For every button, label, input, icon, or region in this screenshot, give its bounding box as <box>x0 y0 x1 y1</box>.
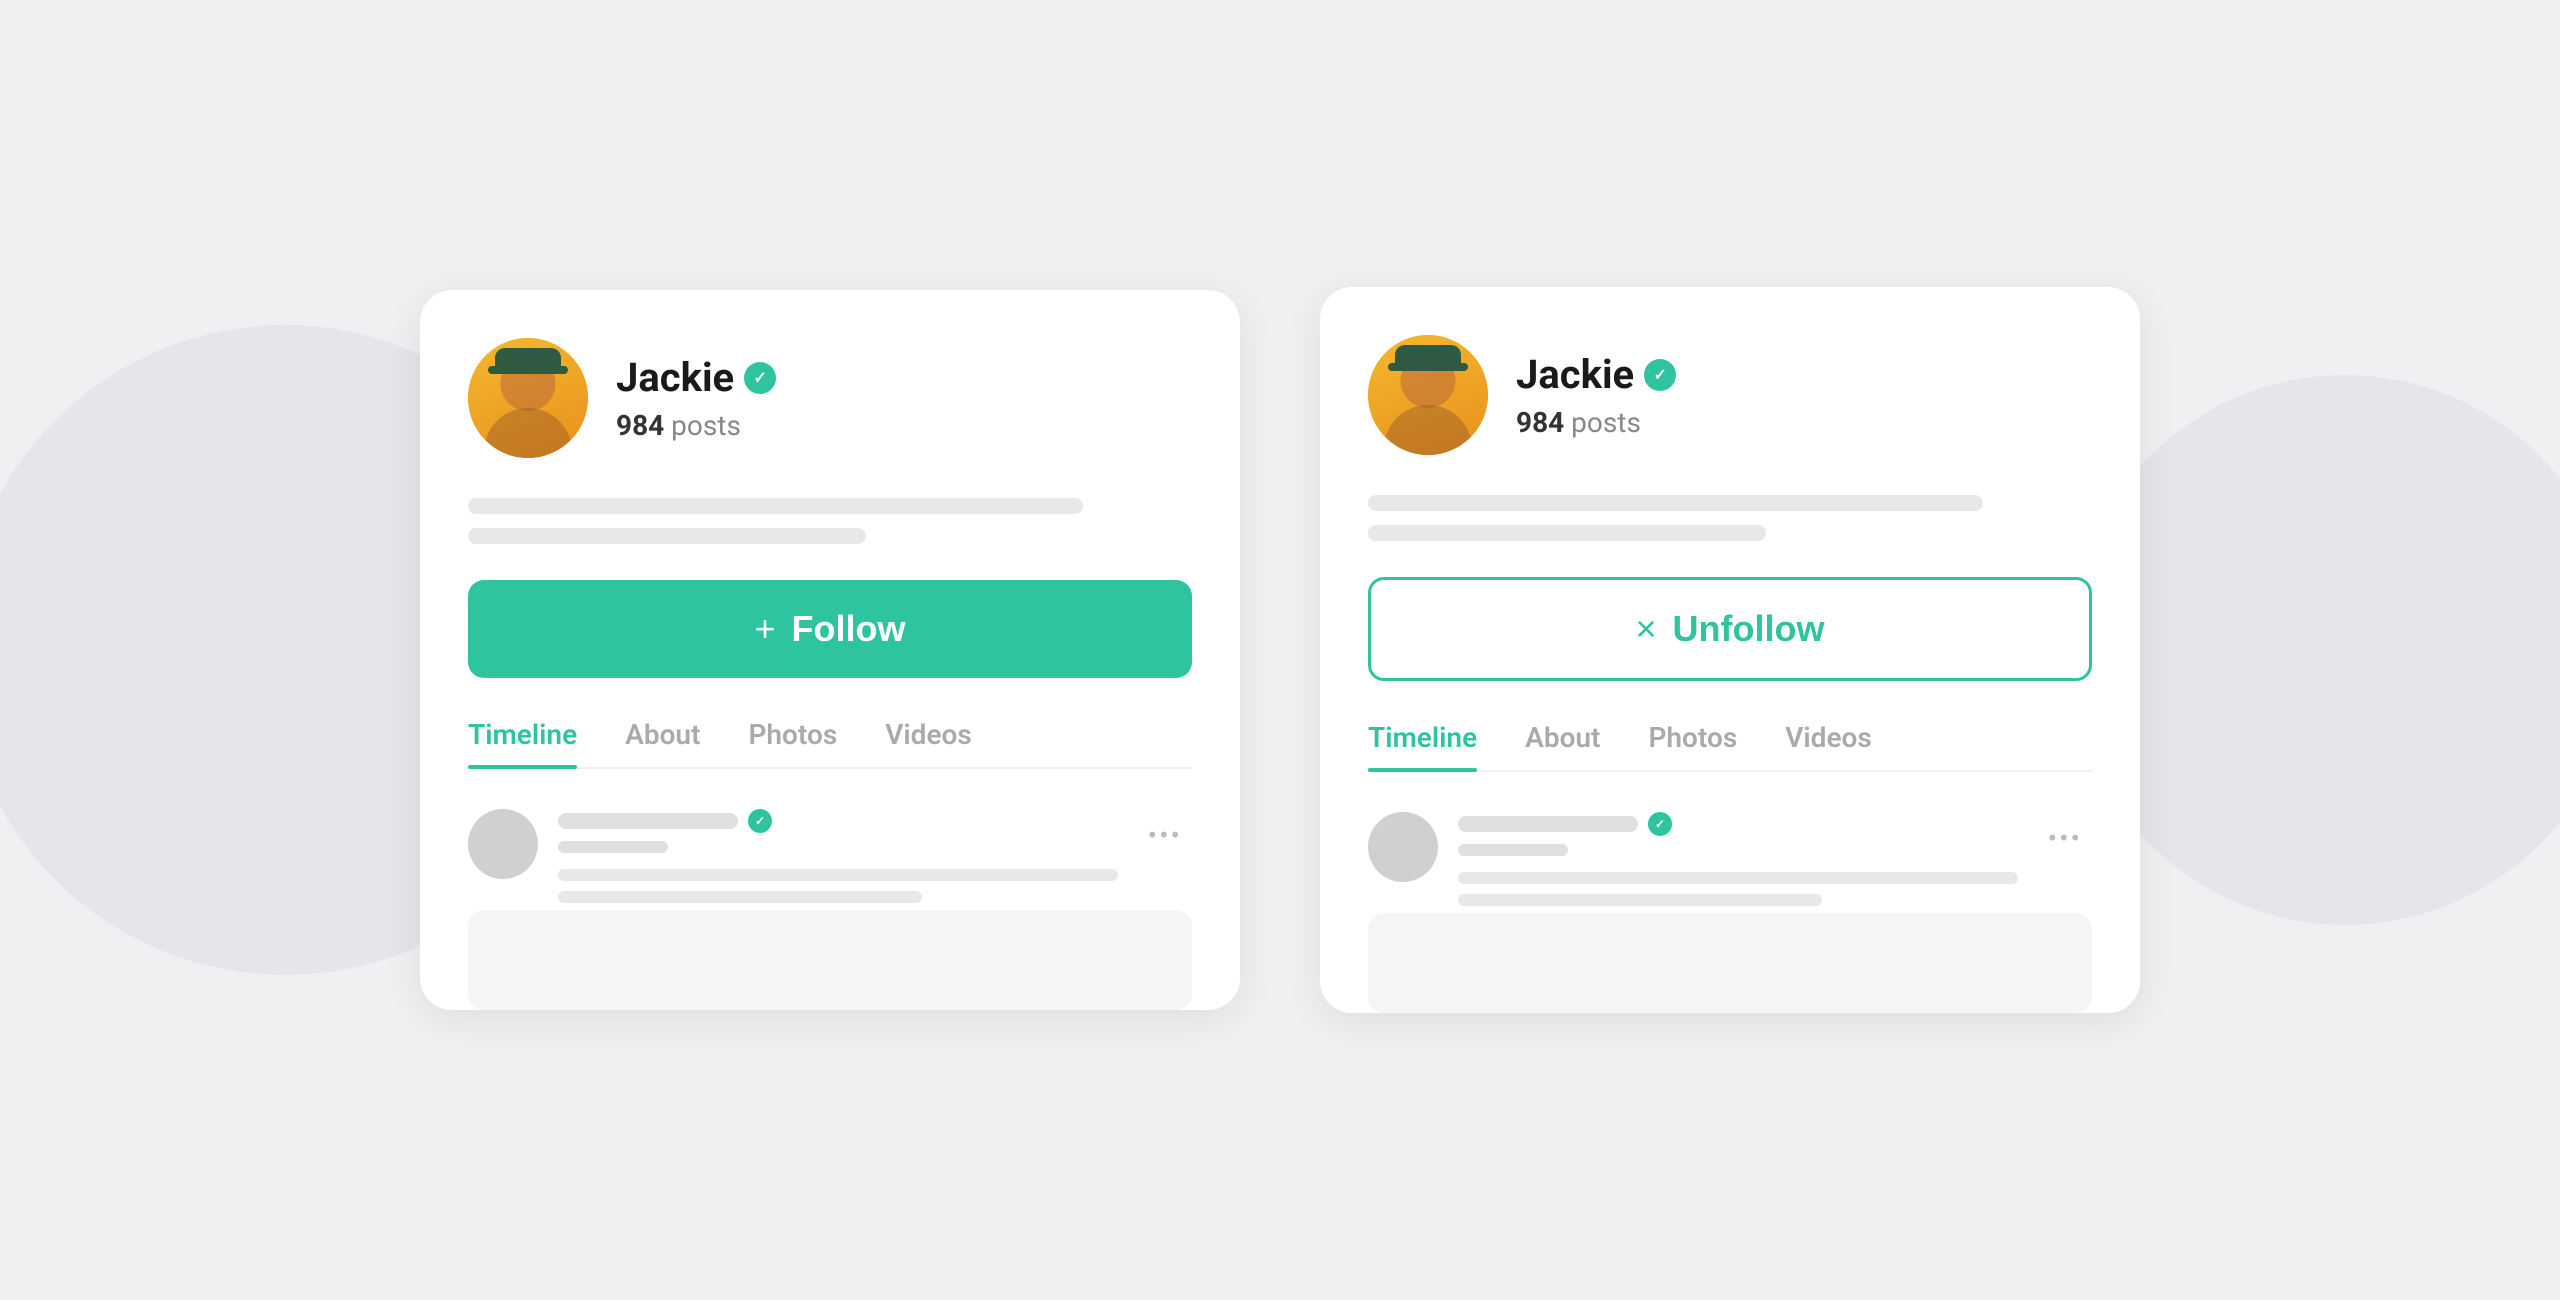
left-skeleton-lines <box>468 498 1192 544</box>
right-tab-videos[interactable]: Videos <box>1785 721 1872 770</box>
left-posts-count: 984 <box>616 409 664 442</box>
right-post-badge: ✓ <box>1648 812 1672 836</box>
skeleton-line-1 <box>468 498 1083 514</box>
right-skeleton-line-2 <box>1368 525 1766 541</box>
left-profile-posts: 984 posts <box>616 409 1192 442</box>
left-tabs: Timeline About Photos Videos <box>468 718 1192 769</box>
left-card: Jackie ✓ 984 posts + <box>420 290 1240 1010</box>
left-profile-name: Jackie <box>616 354 734 401</box>
right-post-more-button[interactable]: ••• <box>2038 812 2092 865</box>
left-avatar <box>468 338 588 458</box>
left-post-name-skeleton <box>558 813 738 829</box>
left-post-text-skeletons <box>558 869 1118 903</box>
left-tab-videos[interactable]: Videos <box>885 718 972 767</box>
right-tabs: Timeline About Photos Videos <box>1368 721 2092 772</box>
right-post-badge-check-icon: ✓ <box>1655 817 1665 831</box>
left-post-name-row: ✓ <box>558 809 1118 833</box>
left-verified-badge: ✓ <box>744 362 776 394</box>
left-post-more-button[interactable]: ••• <box>1138 809 1192 862</box>
right-tab-about[interactable]: About <box>1525 721 1600 770</box>
page-wrapper: Jackie ✓ 984 posts + <box>0 0 2560 1300</box>
unfollow-label: Unfollow <box>1673 608 1825 650</box>
right-skeleton-line-1 <box>1368 495 1983 511</box>
unfollow-icon: × <box>1636 608 1657 650</box>
right-tab-timeline[interactable]: Timeline <box>1368 721 1477 770</box>
unfollow-button[interactable]: × Unfollow <box>1368 577 2092 681</box>
follow-button[interactable]: + Follow <box>468 580 1192 678</box>
left-post-badge-check-icon: ✓ <box>755 814 765 828</box>
left-post-badge: ✓ <box>748 809 772 833</box>
right-post-text-skeletons <box>1458 872 2018 906</box>
follow-label: Follow <box>792 608 906 650</box>
right-skeleton-lines <box>1368 495 2092 541</box>
right-post-avatar <box>1368 812 1438 882</box>
left-profile-header: Jackie ✓ 984 posts <box>468 338 1192 458</box>
right-verified-badge: ✓ <box>1644 359 1676 391</box>
right-profile-posts: 984 posts <box>1516 406 2092 439</box>
right-posts-label: posts <box>1571 406 1641 439</box>
right-post-content: ✓ <box>1458 812 2018 916</box>
left-post-text-2 <box>558 891 922 903</box>
right-profile-header: Jackie ✓ 984 posts <box>1368 335 2092 455</box>
left-profile-name-row: Jackie ✓ <box>616 354 1192 401</box>
left-post-text-1 <box>558 869 1118 881</box>
left-tab-timeline[interactable]: Timeline <box>468 718 577 767</box>
left-post-avatar <box>468 809 538 879</box>
right-post-name-row: ✓ <box>1458 812 2018 836</box>
follow-icon: + <box>754 608 775 650</box>
left-posts-label: posts <box>671 409 741 442</box>
left-post-content: ✓ <box>558 809 1118 913</box>
right-avatar <box>1368 335 1488 455</box>
right-profile-name: Jackie <box>1516 351 1634 398</box>
right-post-name-skeleton <box>1458 816 1638 832</box>
left-tab-about[interactable]: About <box>625 718 700 767</box>
right-post-text-1 <box>1458 872 2018 884</box>
cards-container: Jackie ✓ 984 posts + <box>420 287 2140 1013</box>
left-post-sub-skeleton <box>558 841 668 853</box>
right-profile-name-row: Jackie ✓ <box>1516 351 2092 398</box>
right-verified-check-icon: ✓ <box>1653 365 1666 384</box>
left-card-bottom-peek <box>468 910 1192 1010</box>
right-card-bottom-peek <box>1368 913 2092 1013</box>
skeleton-line-2 <box>468 528 866 544</box>
left-verified-check-icon: ✓ <box>753 368 766 387</box>
right-posts-count: 984 <box>1516 406 1564 439</box>
right-profile-info: Jackie ✓ 984 posts <box>1516 351 2092 439</box>
right-post-sub-skeleton <box>1458 844 1568 856</box>
right-bg-circle <box>2070 375 2560 925</box>
left-profile-info: Jackie ✓ 984 posts <box>616 354 1192 442</box>
left-tab-photos[interactable]: Photos <box>748 718 837 767</box>
right-tab-photos[interactable]: Photos <box>1648 721 1737 770</box>
right-card: Jackie ✓ 984 posts × <box>1320 287 2140 1013</box>
right-post-text-2 <box>1458 894 1822 906</box>
